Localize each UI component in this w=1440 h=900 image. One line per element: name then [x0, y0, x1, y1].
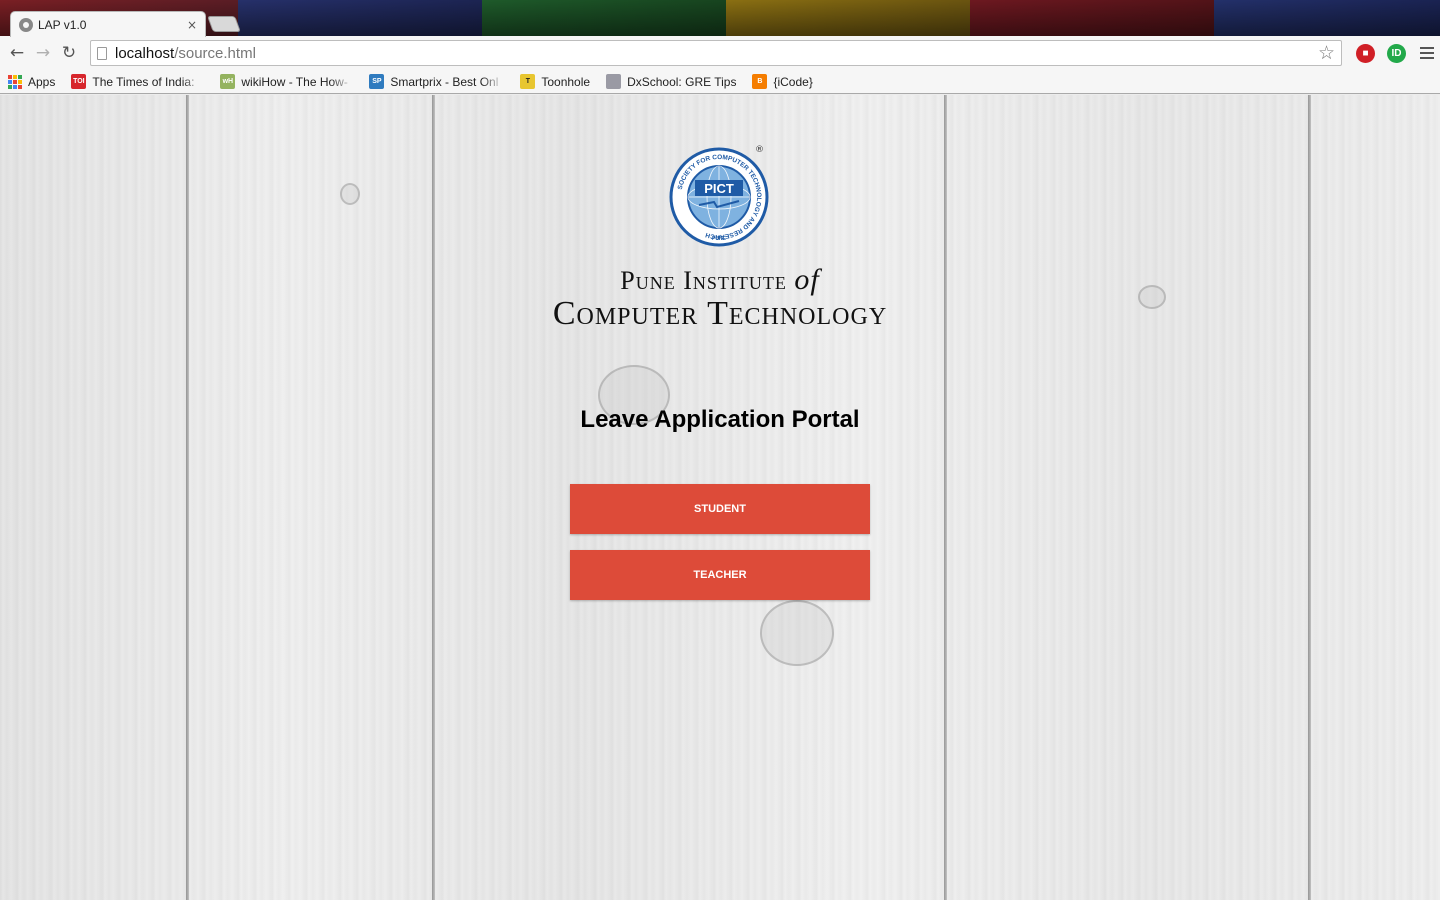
- bookmark-label: wikiHow - The How-: [241, 74, 348, 89]
- teacher-button[interactable]: TEACHER: [570, 550, 870, 600]
- bookmark-label: Smartprix - Best Onl: [390, 74, 499, 89]
- tab-close-icon[interactable]: ×: [187, 18, 197, 32]
- logo-bottom-text: PUNE: [712, 236, 727, 242]
- bookmark-wikihow[interactable]: wH wikiHow - The How-: [220, 74, 353, 89]
- apps-grid-icon: [8, 74, 22, 89]
- new-tab-button[interactable]: [207, 16, 241, 32]
- bookmark-label: {iCode}: [773, 74, 813, 89]
- toonhole-icon: T: [520, 74, 536, 89]
- institute-name-line1: Pune Institute of: [0, 263, 1440, 297]
- pict-logo: PICT SOCIETY FOR COMPUTER TECHNOLOGY AND…: [669, 147, 769, 247]
- bookmark-smartprix[interactable]: SP Smartprix - Best Onl: [369, 74, 504, 89]
- institute-name-line2: Computer Technology: [552, 295, 888, 332]
- back-arrow-icon[interactable]: ←: [4, 40, 30, 66]
- student-button[interactable]: STUDENT: [570, 484, 870, 534]
- page-icon: [97, 46, 107, 60]
- page-background: PICT SOCIETY FOR COMPUTER TECHNOLOGY AND…: [0, 95, 1440, 900]
- tab-lap[interactable]: LAP v1.0 ×: [10, 11, 206, 37]
- tab-title: LAP v1.0: [38, 17, 87, 32]
- logo-text: PICT: [704, 181, 734, 196]
- bookmark-icode[interactable]: B {iCode}: [752, 74, 813, 89]
- bookmark-apps[interactable]: Apps: [8, 74, 56, 89]
- toi-icon: TOI: [71, 74, 87, 89]
- forward-arrow-icon[interactable]: →: [30, 40, 56, 66]
- landing-content: PICT SOCIETY FOR COMPUTER TECHNOLOGY AND…: [0, 95, 1440, 900]
- bookmark-toonhole[interactable]: T Toonhole: [520, 74, 590, 89]
- reload-icon[interactable]: ↻: [56, 40, 82, 66]
- bookmark-label: DxSchool: GRE Tips: [627, 74, 737, 89]
- bookmark-label: Toonhole: [541, 74, 591, 89]
- adblock-icon[interactable]: ■: [1356, 43, 1375, 63]
- bookmark-label: The Times of India:: [92, 74, 195, 89]
- bookmark-dxschool[interactable]: DxSchool: GRE Tips: [606, 74, 736, 89]
- url-host: localhost: [115, 44, 175, 62]
- tab-favicon-icon: [19, 17, 33, 32]
- institute-name-of: of: [794, 263, 820, 296]
- browser-toolbar: ← → ↻ localhost/source.html ☆ ■ ID: [0, 36, 1440, 70]
- extension-id-icon[interactable]: ID: [1387, 43, 1406, 63]
- bookmark-star-icon[interactable]: ☆: [1318, 42, 1335, 64]
- dxschool-icon: [606, 74, 622, 89]
- address-bar[interactable]: localhost/source.html ☆: [90, 40, 1342, 66]
- url-path: /source.html: [174, 44, 256, 62]
- registered-mark: ®: [755, 145, 764, 155]
- blogger-icon: B: [752, 74, 768, 89]
- bookmark-times-of-india[interactable]: TOI The Times of India:: [71, 74, 204, 89]
- bookmark-label: Apps: [28, 74, 56, 89]
- institute-name-part: Pune Institute: [620, 266, 787, 295]
- smartprix-icon: SP: [369, 74, 385, 89]
- portal-title: Leave Application Portal: [580, 406, 860, 433]
- wikihow-icon: wH: [220, 74, 236, 89]
- bookmarks-bar: Apps TOI The Times of India: wH wikiHow …: [0, 70, 1440, 94]
- chrome-menu-icon[interactable]: [1420, 47, 1434, 59]
